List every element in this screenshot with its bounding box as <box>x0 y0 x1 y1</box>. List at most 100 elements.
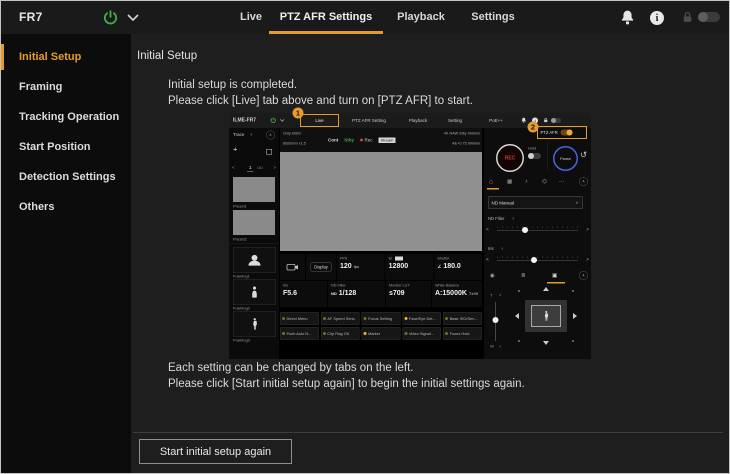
sidebar-item-detection-settings[interactable]: Detection Settings <box>1 162 131 192</box>
person-full-icon <box>251 315 258 334</box>
mini-poe-label: PoE++ <box>489 113 503 128</box>
mini-pan-tilt-pad <box>514 286 578 346</box>
tilt-up-icon <box>543 287 549 291</box>
mini-iris-cell: Iris F5.6 <box>280 281 327 307</box>
fn-button: Base ISO/Sen... <box>443 312 482 325</box>
mini-status-bar: Only 000m 8000mm x1.5 Cont Stby Rec Stre… <box>280 128 482 152</box>
mini-tab-ptz: PTZ AFR Setting <box>352 113 386 128</box>
mini-zoom-t-label: T <box>490 293 492 298</box>
tab-settings[interactable]: Settings <box>463 1 523 34</box>
mini-trace-chevron-icon: ∨ <box>250 133 253 137</box>
mini-lock-toggle <box>551 118 561 123</box>
mini-stop-icon <box>267 149 273 155</box>
frame-mode-icon: ▣ <box>552 272 557 279</box>
sidebar-item-framing[interactable]: Framing <box>1 72 131 102</box>
camera-icon <box>287 263 299 271</box>
sidebar: Initial Setup Framing Tracking Operation… <box>1 34 131 473</box>
fn-button: Focus Hold <box>443 327 482 340</box>
divider <box>133 432 723 433</box>
sidebar-item-others[interactable]: Others <box>1 192 131 222</box>
mini-preset1-thumb <box>233 177 275 202</box>
note-icon: ♪ <box>525 178 528 184</box>
fn-button: Marker <box>362 327 401 340</box>
sidebar-item-start-position[interactable]: Start Position <box>1 132 131 162</box>
mini-rec-label: Rec <box>365 138 373 143</box>
mini-rec-dot-icon <box>360 139 363 142</box>
mini-status-left1: Only 000m <box>283 131 301 136</box>
mini-rec-button: REC <box>496 144 524 172</box>
ui-lock-toggle[interactable] <box>698 12 720 22</box>
mini-ei-cell: EI 12800 <box>386 254 434 280</box>
angle-icon: ∠ <box>437 264 441 269</box>
mini-nd-filter-label: ND Filter <box>488 216 505 221</box>
outro-text: Each setting can be changed by tabs on t… <box>168 360 525 392</box>
mini-camera-icon-cell <box>280 254 305 280</box>
restart-setup-button[interactable]: Start initial setup again <box>139 439 292 464</box>
mini-device-label: ILME-FR7 <box>233 113 256 128</box>
focus-mode-icon: ◉ <box>490 272 495 279</box>
chevron-down-icon[interactable] <box>127 14 139 22</box>
mini-zoom-w-label: W <box>490 344 494 349</box>
sidebar-item-tracking-operation[interactable]: Tracking Operation <box>1 102 131 132</box>
app-window: FR7 Live PTZ AFR Settings Playback Setti… <box>0 0 730 474</box>
person-bust-icon <box>246 254 263 266</box>
mini-status-left2: 8000mm x1.5 <box>283 141 306 146</box>
mini-shutter-cell: Shutter ∠ 180.0 <box>434 254 482 280</box>
mini-lut-cell: Monitor LUT s709 <box>386 281 431 307</box>
mini-hold-toggle <box>528 153 541 159</box>
mini-iris-label: Iris <box>488 246 494 251</box>
brand-label: FR7 <box>19 1 43 34</box>
sidebar-item-initial-setup[interactable]: Initial Setup <box>1 42 131 72</box>
mini-ptz-afr-label: PTZ AFR <box>541 130 558 135</box>
mini-stby-label: Stby <box>344 138 354 143</box>
callout-1-badge: 1 <box>293 108 304 119</box>
mini-control-panel: 2 PTZ AFR REC Hold Pause ↺ ⌂ <box>484 128 591 359</box>
intro-text: Initial setup is completed. Please click… <box>168 77 473 109</box>
mini-power-icon <box>270 117 277 124</box>
screenshot-illustration: ILME-FR7 Live PTZ AFR Setting Playback S… <box>229 113 591 359</box>
callout-2-highlight-box: PTZ AFR <box>537 126 587 139</box>
bell-icon[interactable] <box>620 9 635 26</box>
fn-button: AF Speed Sens. <box>321 312 360 325</box>
mini-add-icon: + <box>233 145 237 154</box>
mini-left-divider <box>229 243 279 244</box>
tab-ptz-afr-settings[interactable]: PTZ AFR Settings <box>269 1 383 34</box>
ei-indicator <box>395 257 403 261</box>
home-icon: ⌂ <box>489 177 493 185</box>
top-bar: FR7 Live PTZ AFR Settings Playback Setti… <box>1 1 729 34</box>
fn-button: Direct Menu <box>280 312 319 325</box>
fn-button: Push Auto N... <box>280 327 319 340</box>
mini-reset-icon: ↺ <box>580 150 587 160</box>
mini-ptz-afr-toggle <box>561 130 573 136</box>
person-full-icon <box>543 310 549 322</box>
callout-1-highlight-box <box>300 114 339 127</box>
mini-framing-preview <box>531 305 561 327</box>
info-icon[interactable]: i <box>650 11 664 25</box>
lock-icon <box>681 11 694 24</box>
tab-playback[interactable]: Playback <box>391 1 451 34</box>
mini-stream-chip: Stream <box>379 137 396 143</box>
mini-chevron-down-icon <box>280 119 285 122</box>
mini-iris-slider: < > <box>486 256 589 264</box>
mini-collapse-bottom-icon: ∧ <box>579 271 588 280</box>
power-icon[interactable] <box>102 9 119 26</box>
mini-framing1-label: Framing1 <box>233 274 250 279</box>
mini-trace-label: Trace <box>233 132 244 137</box>
mini-fps-cell: FPS 120 fps <box>337 254 385 280</box>
mini-hold-label: Hold <box>528 146 536 151</box>
mini-status-right2: AE+0.75 999min <box>452 141 480 146</box>
callout-2-badge: 2 <box>528 122 539 133</box>
fn-button: Video Signal... <box>402 327 441 340</box>
fn-button: Face/Eye Det... <box>402 312 441 325</box>
mini-cont-label: Cont <box>328 138 338 143</box>
bag-icon: ⌬ <box>542 178 547 185</box>
mini-tab-playback: Playback <box>409 113 427 128</box>
mini-collapse-right-icon: ∧ <box>579 177 588 186</box>
mini-nd-mode-select: ND Manual ∨ <box>488 196 583 209</box>
pan-left-icon <box>515 313 519 319</box>
mini-video-area <box>280 152 482 251</box>
person-half-icon <box>250 284 259 301</box>
mini-tab-setting: Setting <box>448 113 462 128</box>
mini-framing3-thumb <box>233 311 276 337</box>
mini-page-next-icon: > <box>273 165 276 170</box>
